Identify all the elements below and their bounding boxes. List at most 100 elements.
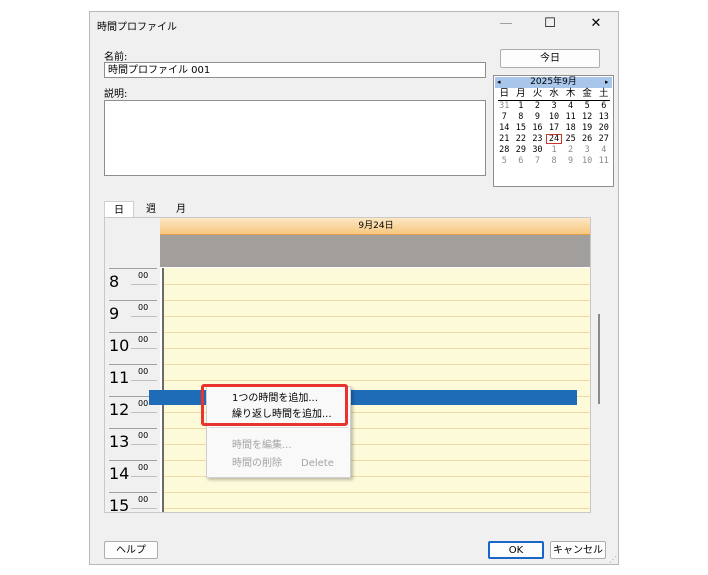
calendar-header: ◂ 2025年9月 ▸ [495, 77, 612, 88]
calendar-day[interactable]: 6 [513, 156, 530, 166]
calendar-day[interactable]: 9 [529, 112, 546, 122]
menu-item-edit-time[interactable]: 時間を編集... [232, 439, 292, 453]
help-button[interactable]: ヘルプ [104, 541, 158, 559]
calendar-day[interactable]: 3 [579, 145, 596, 155]
menu-item-delete-time[interactable]: 時間の削除 [232, 457, 282, 471]
month-calendar[interactable]: ◂ 2025年9月 ▸ 日 月 火 水 木 金 土 31 1 2 3 4 5 6… [493, 75, 614, 187]
slot-line [164, 300, 590, 301]
calendar-week: 14 15 16 17 18 19 20 [496, 123, 612, 133]
calendar-day[interactable]: 11 [562, 112, 579, 122]
calendar-day[interactable]: 10 [546, 112, 563, 122]
slot-line [164, 316, 590, 317]
hour-label: 14 00 [109, 460, 157, 493]
calendar-day[interactable]: 5 [496, 156, 513, 166]
calendar-day[interactable]: 12 [579, 112, 596, 122]
calendar-day[interactable]: 1 [546, 145, 563, 155]
calendar-day[interactable]: 25 [562, 134, 579, 144]
next-month-icon[interactable]: ▸ [605, 77, 609, 88]
slot-line [164, 492, 590, 493]
calendar-day[interactable]: 21 [496, 134, 513, 144]
today-button[interactable]: 今日 [500, 49, 600, 68]
calendar-day[interactable]: 20 [595, 123, 612, 133]
name-input[interactable]: 時間プロファイル 001 [104, 62, 486, 78]
calendar-day[interactable]: 14 [496, 123, 513, 133]
calendar-day[interactable]: 2 [529, 101, 546, 111]
resize-grip-icon[interactable]: ⋰ [609, 555, 617, 564]
weekday: 日 [499, 88, 510, 99]
hour-label: 15 00 [109, 492, 157, 512]
calendar-day[interactable]: 19 [579, 123, 596, 133]
weekday: 水 [549, 88, 559, 99]
calendar-day[interactable]: 28 [496, 145, 513, 155]
calendar-day[interactable]: 29 [513, 145, 530, 155]
hour-label: 8 00 [109, 268, 157, 301]
calendar-day[interactable]: 4 [562, 101, 579, 111]
window-title: 時間プロファイル [97, 22, 177, 33]
vertical-scrollbar[interactable] [598, 314, 600, 404]
calendar-day[interactable]: 23 [529, 134, 546, 144]
calendar-day[interactable]: 26 [579, 134, 596, 144]
hour-label: 13 00 [109, 428, 157, 461]
time-profile-dialog: 時間プロファイル — ☐ ✕ 名前: 時間プロファイル 001 説明: 今日 ◂… [89, 11, 619, 565]
slot-line [164, 364, 590, 365]
calendar-weekday-row: 日 月 火 水 木 金 土 [496, 89, 612, 99]
calendar-day[interactable]: 30 [529, 145, 546, 155]
description-input[interactable] [104, 100, 486, 176]
calendar-day[interactable]: 31 [496, 101, 513, 111]
weekday: 金 [582, 88, 592, 99]
calendar-week: 31 1 2 3 4 5 6 [496, 101, 612, 111]
slot-line [164, 348, 590, 349]
calendar-day[interactable]: 10 [579, 156, 596, 166]
calendar-day[interactable]: 9 [562, 156, 579, 166]
calendar-day[interactable]: 27 [595, 134, 612, 144]
all-day-area[interactable] [160, 235, 590, 267]
calendar-day[interactable]: 13 [595, 112, 612, 122]
calendar-day[interactable]: 3 [546, 101, 563, 111]
hour-label: 10 00 [109, 332, 157, 365]
calendar-week: 21 22 23 24 25 26 27 [496, 134, 612, 144]
close-button[interactable]: ✕ [574, 12, 618, 38]
weekday: 木 [565, 88, 576, 99]
name-label: 名前: [104, 52, 128, 63]
description-label: 説明: [104, 89, 128, 100]
calendar-day[interactable]: 2 [562, 145, 579, 155]
time-ruler: 8 00 9 00 10 00 11 00 12 00 13 00 14 00 15 00 [105, 218, 160, 512]
tab-week[interactable]: 週 [138, 201, 164, 218]
calendar-day[interactable]: 1 [513, 101, 530, 111]
calendar-month-label: 2025年9月 [530, 77, 577, 87]
slot-line [164, 380, 590, 381]
calendar-week: 7 8 9 10 11 12 13 [496, 112, 612, 122]
calendar-day[interactable]: 4 [595, 145, 612, 155]
calendar-day[interactable]: 16 [529, 123, 546, 133]
minimize-button[interactable]: — [484, 12, 528, 38]
day-header[interactable]: 9月24日 [160, 218, 590, 235]
calendar-day[interactable]: 15 [513, 123, 530, 133]
calendar-day[interactable]: 7 [496, 112, 513, 122]
menu-separator [209, 427, 348, 428]
calendar-day[interactable]: 17 [546, 123, 563, 133]
slot-line [164, 508, 590, 509]
calendar-day[interactable]: 8 [513, 112, 530, 122]
weekday: 月 [516, 88, 526, 99]
calendar-week: 5 6 7 8 9 10 11 [496, 156, 612, 166]
calendar-day[interactable]: 7 [529, 156, 546, 166]
weekday: 土 [599, 88, 609, 99]
menu-shortcut-delete: Delete [301, 458, 334, 469]
calendar-day[interactable]: 5 [579, 101, 596, 111]
tab-day[interactable]: 日 [104, 201, 134, 218]
highlight-box [201, 384, 348, 426]
calendar-day[interactable]: 11 [595, 156, 612, 166]
maximize-button[interactable]: ☐ [528, 12, 572, 38]
slot-line [164, 284, 590, 285]
cancel-button[interactable]: キャンセル [550, 541, 606, 559]
calendar-day[interactable]: 6 [595, 101, 612, 111]
tab-month[interactable]: 月 [168, 201, 194, 218]
calendar-day[interactable]: 18 [562, 123, 579, 133]
calendar-day[interactable]: 22 [513, 134, 530, 144]
title-bar[interactable]: 時間プロファイル — ☐ ✕ [90, 12, 618, 38]
hour-label: 9 00 [109, 300, 157, 333]
calendar-day-today[interactable]: 24 [545, 134, 563, 144]
calendar-day[interactable]: 8 [546, 156, 563, 166]
weekday: 火 [532, 88, 543, 99]
ok-button[interactable]: OK [488, 541, 544, 559]
